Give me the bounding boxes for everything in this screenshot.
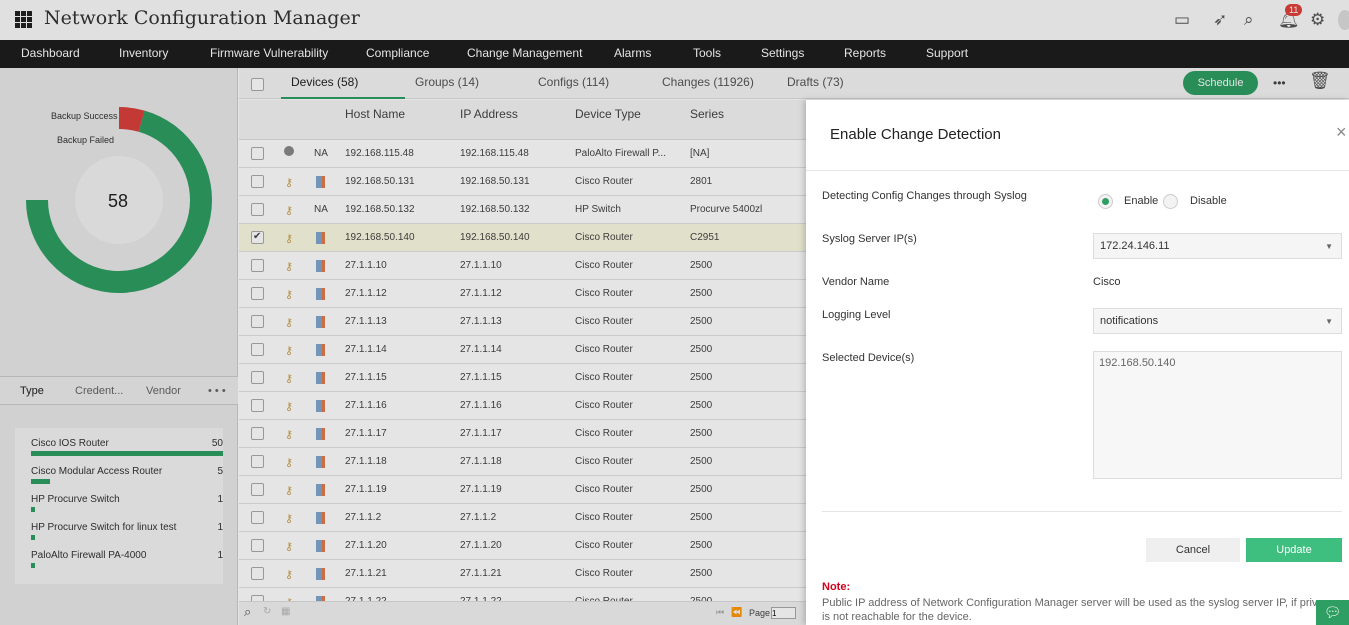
server-ip-select[interactable]: 172.24.146.11 ▼: [1093, 233, 1342, 259]
note-title: Note:: [822, 581, 850, 593]
selected-devices-label: Selected Device(s): [822, 352, 914, 364]
enable-change-detection-dialog: Enable Change Detection × Detecting Conf…: [806, 100, 1349, 625]
divider: [822, 511, 1342, 512]
server-ip-label: Syslog Server IP(s): [822, 233, 917, 245]
syslog-label: Detecting Config Changes through Syslog: [822, 190, 1027, 202]
logging-level-label: Logging Level: [822, 309, 891, 321]
chevron-down-icon: ▼: [1325, 242, 1333, 251]
update-button[interactable]: Update: [1246, 538, 1342, 562]
logging-level-value: notifications: [1100, 315, 1158, 327]
divider: [806, 170, 1349, 171]
disable-radio[interactable]: [1163, 194, 1178, 209]
vendor-name-label: Vendor Name: [822, 276, 889, 288]
note-text-2: is not reachable for the device.: [822, 611, 972, 623]
note-text: Public IP address of Network Configurati…: [822, 597, 1317, 609]
selected-devices-box[interactable]: 192.168.50.140: [1093, 351, 1342, 479]
enable-radio[interactable]: [1098, 194, 1113, 209]
chat-button[interactable]: 💬︎: [1316, 600, 1349, 625]
vendor-name-value: Cisco: [1093, 276, 1121, 288]
close-icon[interactable]: ×: [1336, 122, 1347, 143]
chevron-down-icon: ▼: [1325, 317, 1333, 326]
logging-level-select[interactable]: notifications ▼: [1093, 308, 1342, 334]
enable-label: Enable: [1124, 195, 1158, 207]
cancel-button[interactable]: Cancel: [1146, 538, 1240, 562]
server-ip-value: 172.24.146.11: [1100, 240, 1170, 252]
dialog-title: Enable Change Detection: [830, 126, 1001, 143]
disable-label: Disable: [1190, 195, 1227, 207]
selected-device-value: 192.168.50.140: [1099, 357, 1175, 369]
